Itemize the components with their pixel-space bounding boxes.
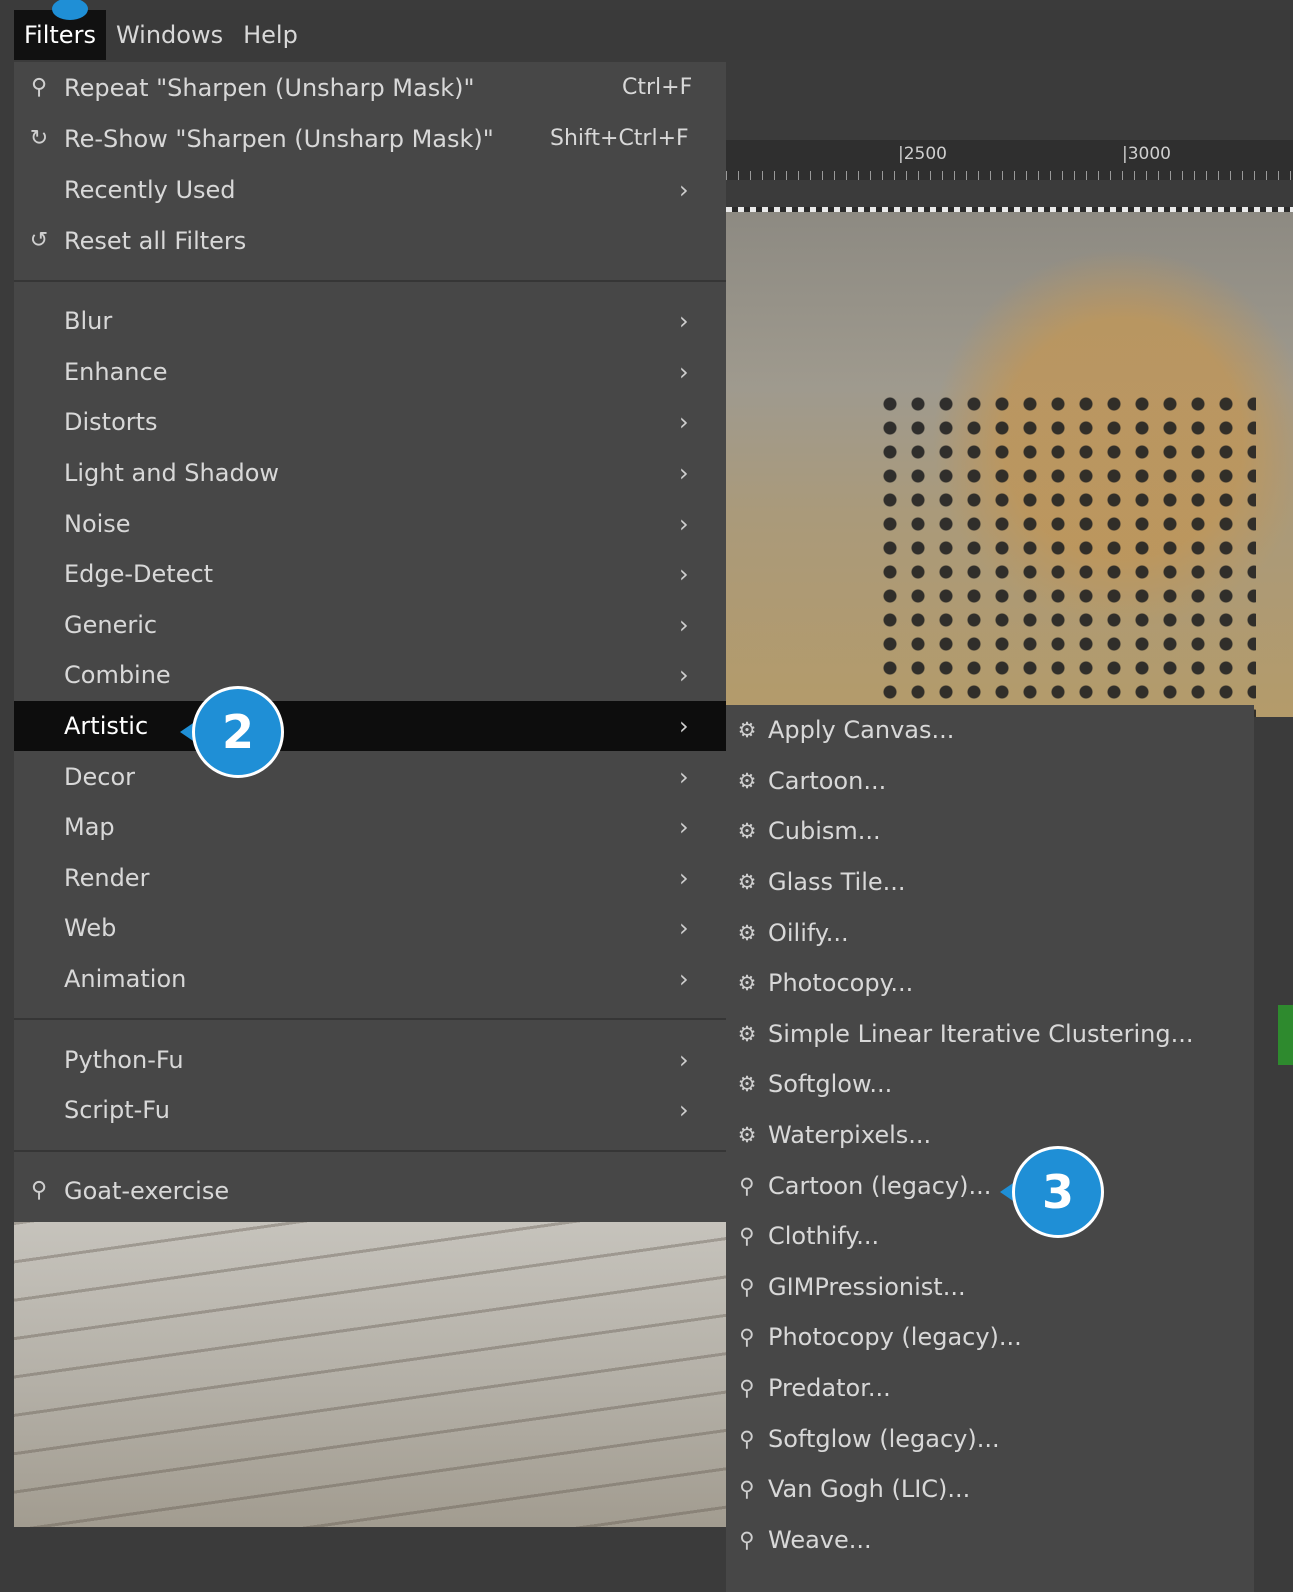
menu-item-noise[interactable]: Noise › <box>14 498 726 549</box>
callout-number: 2 <box>192 686 284 778</box>
menu-item-animation[interactable]: Animation › <box>14 954 726 1005</box>
plugin-icon: ⚲ <box>739 1224 755 1249</box>
menu-windows[interactable]: Windows <box>106 10 233 60</box>
menu-separator <box>14 1136 726 1166</box>
submenu-item-apply-canvas[interactable]: ⚙ Apply Canvas... <box>726 705 1254 756</box>
menu-separator <box>14 266 726 296</box>
plugin-icon: ⚲ <box>739 1376 755 1401</box>
menu-item-combine[interactable]: Combine › <box>14 650 726 701</box>
submenu-item-softglow-legacy[interactable]: ⚲ Softglow (legacy)... <box>726 1413 1254 1464</box>
menu-item-edge-detect[interactable]: Edge-Detect › <box>14 549 726 600</box>
chevron-right-icon: › <box>679 175 689 204</box>
plugin-icon: ⚲ <box>739 1477 755 1502</box>
recently-used[interactable]: Recently Used › <box>14 164 726 215</box>
submenu-item-photocopy[interactable]: ⚙ Photocopy... <box>726 958 1254 1009</box>
menu-item-artistic[interactable]: Artistic › <box>14 700 726 752</box>
chevron-right-icon: › <box>679 560 689 589</box>
chevron-right-icon: › <box>679 307 689 336</box>
plugin-icon: ⚲ <box>739 1274 755 1299</box>
gegl-icon: ⚙ <box>737 718 757 743</box>
submenu-item-simple-linear-iterative-clustering[interactable]: ⚙ Simple Linear Iterative Clustering... <box>726 1009 1254 1060</box>
chevron-right-icon: › <box>679 863 689 892</box>
gegl-icon: ⚙ <box>737 870 757 895</box>
canvas-status-area <box>0 1527 726 1592</box>
canvas-image-rock[interactable] <box>14 1222 726 1527</box>
menu-item-script-fu[interactable]: Script-Fu › <box>14 1085 726 1136</box>
menu-item-map[interactable]: Map › <box>14 802 726 853</box>
plugin-icon: ⚲ <box>739 1325 755 1350</box>
menu-separator <box>14 1004 726 1034</box>
repeat-last-filter[interactable]: ⚲ Repeat "Sharpen (Unsharp Mask)" Ctrl+F <box>14 62 726 113</box>
ruler-label: |2500 <box>898 144 947 164</box>
gegl-icon: ⚙ <box>737 920 757 945</box>
canvas-edge-highlight <box>1278 1005 1293 1065</box>
menubar: Filters Windows Help <box>14 0 1293 60</box>
gegl-icon: ⚙ <box>737 1123 757 1148</box>
menu-item-blur[interactable]: Blur › <box>14 296 726 347</box>
reshow-icon: ↻ <box>29 126 49 151</box>
chevron-right-icon: › <box>679 712 689 741</box>
menu-item-distorts[interactable]: Distorts › <box>14 397 726 448</box>
plugin-icon: ⚲ <box>739 1527 755 1552</box>
canvas-image-leopard[interactable] <box>726 212 1293 717</box>
artistic-submenu: ⚙ Apply Canvas... ⚙ Cartoon... ⚙ Cubism... ⚙ Gl… <box>726 705 1254 1592</box>
plugin-icon: ⚲ <box>30 1178 48 1204</box>
callout-step-2: 2 <box>180 686 284 778</box>
reshow-last-filter[interactable]: ↻ Re-Show "Sharpen (Unsharp Mask)" Shift… <box>14 113 726 164</box>
gegl-icon: ⚙ <box>737 1021 757 1046</box>
ruler-label: |3000 <box>1122 144 1171 164</box>
filters-menu: ⚲ Repeat "Sharpen (Unsharp Mask)" Ctrl+F… <box>14 62 726 1222</box>
shortcut: Ctrl+F <box>622 75 693 100</box>
chevron-right-icon: › <box>679 1045 689 1074</box>
menu-item-decor[interactable]: Decor › <box>14 751 726 802</box>
gegl-icon: ⚙ <box>737 971 757 996</box>
chevron-right-icon: › <box>679 459 689 488</box>
chevron-right-icon: › <box>679 965 689 994</box>
reset-icon: ↺ <box>29 228 49 253</box>
chevron-right-icon: › <box>679 914 689 943</box>
submenu-item-cartoon[interactable]: ⚙ Cartoon... <box>726 756 1254 807</box>
gegl-icon: ⚙ <box>737 819 757 844</box>
submenu-item-oilify[interactable]: ⚙ Oilify... <box>726 907 1254 958</box>
reset-all-filters[interactable]: ↺ Reset all Filters <box>14 215 726 266</box>
submenu-item-clothify[interactable]: ⚲ Clothify... <box>726 1211 1254 1262</box>
menu-item-generic[interactable]: Generic › <box>14 600 726 651</box>
plugin-icon: ⚲ <box>739 1426 755 1451</box>
plugin-icon: ⚲ <box>739 1173 755 1198</box>
callout-number: 3 <box>1012 1146 1104 1238</box>
shortcut: Shift+Ctrl+F <box>550 126 689 151</box>
submenu-item-van-gogh-lic[interactable]: ⚲ Van Gogh (LIC)... <box>726 1464 1254 1515</box>
chevron-right-icon: › <box>679 661 689 690</box>
plugin-icon: ⚲ <box>30 75 48 100</box>
chevron-right-icon: › <box>679 762 689 791</box>
menu-item-goat-exercise[interactable]: ⚲ Goat-exercise <box>14 1166 726 1217</box>
menu-item-light-and-shadow[interactable]: Light and Shadow › <box>14 448 726 499</box>
submenu-item-weave[interactable]: ⚲ Weave... <box>726 1515 1254 1566</box>
submenu-item-waterpixels[interactable]: ⚙ Waterpixels... <box>726 1110 1254 1161</box>
submenu-item-photocopy-legacy[interactable]: ⚲ Photocopy (legacy)... <box>726 1312 1254 1363</box>
submenu-item-glass-tile[interactable]: ⚙ Glass Tile... <box>726 857 1254 908</box>
chevron-right-icon: › <box>679 1096 689 1125</box>
chevron-right-icon: › <box>679 408 689 437</box>
chevron-right-icon: › <box>679 509 689 538</box>
menu-item-python-fu[interactable]: Python-Fu › <box>14 1034 726 1085</box>
submenu-item-cubism[interactable]: ⚙ Cubism... <box>726 806 1254 857</box>
submenu-item-predator[interactable]: ⚲ Predator... <box>726 1363 1254 1414</box>
gegl-icon: ⚙ <box>737 768 757 793</box>
gegl-icon: ⚙ <box>737 1072 757 1097</box>
chevron-right-icon: › <box>679 813 689 842</box>
horizontal-ruler[interactable]: |2500 |3000 <box>726 140 1293 180</box>
chevron-right-icon: › <box>679 357 689 386</box>
menu-item-web[interactable]: Web › <box>14 903 726 954</box>
submenu-item-softglow[interactable]: ⚙ Softglow... <box>726 1059 1254 1110</box>
menu-help[interactable]: Help <box>233 10 308 60</box>
menu-item-enhance[interactable]: Enhance › <box>14 347 726 398</box>
menu-item-render[interactable]: Render › <box>14 853 726 904</box>
submenu-item-gimpressionist[interactable]: ⚲ GIMPressionist... <box>726 1262 1254 1313</box>
chevron-right-icon: › <box>679 610 689 639</box>
callout-step-3: 3 <box>1000 1146 1104 1238</box>
submenu-item-cartoon-legacy[interactable]: ⚲ Cartoon (legacy)... <box>726 1160 1254 1211</box>
